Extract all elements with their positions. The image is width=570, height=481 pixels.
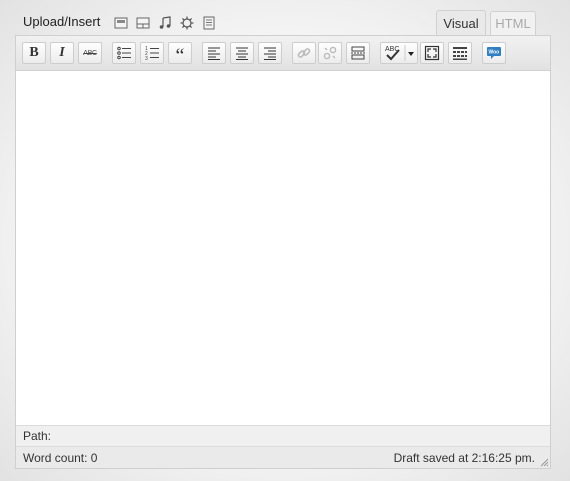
kitchen-sink-button[interactable] [448, 42, 472, 64]
more-tag-icon [351, 46, 365, 60]
insert-more-button[interactable] [346, 42, 370, 64]
editor-toolbar: B I ABC 123 “ ABC Woo [16, 36, 550, 71]
add-video-icon[interactable] [135, 15, 151, 31]
resize-handle-icon[interactable] [539, 457, 549, 467]
italic-label: I [59, 45, 65, 60]
bullet-list-button[interactable] [112, 42, 136, 64]
upload-insert-label: Upload/Insert [23, 14, 101, 29]
bullet-list-icon [117, 46, 131, 60]
tab-visual[interactable]: Visual [436, 10, 486, 36]
strikethrough-button[interactable]: ABC [78, 42, 102, 64]
kitchen-sink-icon [453, 47, 467, 60]
strikethrough-label: ABC [83, 49, 97, 57]
spellcheck-icon: ABC [385, 45, 414, 61]
editor-content-area[interactable] [16, 71, 550, 425]
editor-frame: Upload/Insert Visual HTML B I ABC 1 2 3 … [0, 0, 570, 481]
status-bar: Word count: 0 Draft saved at 2:16:25 pm. [16, 446, 550, 468]
draft-saved-status: Draft saved at 2:16:25 pm. [393, 451, 535, 465]
unlink-icon [323, 46, 337, 60]
numbered-list-icon: 123 [145, 46, 159, 61]
word-count: Word count: 0 [23, 451, 98, 465]
add-audio-icon[interactable] [157, 15, 173, 31]
link-icon [297, 48, 311, 58]
spellcheck-button[interactable]: ABC [380, 42, 418, 64]
insert-link-button[interactable] [292, 42, 316, 64]
path-bar: Path: [16, 425, 550, 446]
add-image-icon[interactable] [113, 15, 129, 31]
tab-html[interactable]: HTML [490, 11, 536, 35]
bold-button[interactable]: B [22, 42, 46, 64]
blockquote-label: “ [175, 45, 185, 67]
align-left-icon [208, 47, 220, 60]
media-buttons [113, 15, 217, 31]
add-document-icon[interactable] [201, 15, 217, 31]
align-right-icon [264, 47, 276, 60]
align-left-button[interactable] [202, 42, 226, 64]
path-label: Path: [23, 429, 52, 443]
italic-button[interactable]: I [50, 42, 74, 64]
fullscreen-icon [424, 45, 440, 61]
unlink-button[interactable] [318, 42, 342, 64]
align-right-button[interactable] [258, 42, 282, 64]
numbered-list-button[interactable]: 123 [140, 42, 164, 64]
editor-container: B I ABC 123 “ ABC Woo Path: Word count: … [15, 35, 551, 469]
align-center-button[interactable] [230, 42, 254, 64]
woo-label: Woo [489, 50, 500, 56]
svg-text:3: 3 [145, 56, 148, 61]
add-media-icon[interactable] [179, 15, 195, 31]
bold-label: B [29, 45, 39, 60]
fullscreen-button[interactable] [420, 42, 444, 64]
woo-shortcode-button[interactable]: Woo [482, 42, 506, 64]
align-center-icon [236, 47, 248, 60]
blockquote-button[interactable]: “ [168, 42, 192, 67]
woo-icon: Woo [487, 47, 501, 59]
